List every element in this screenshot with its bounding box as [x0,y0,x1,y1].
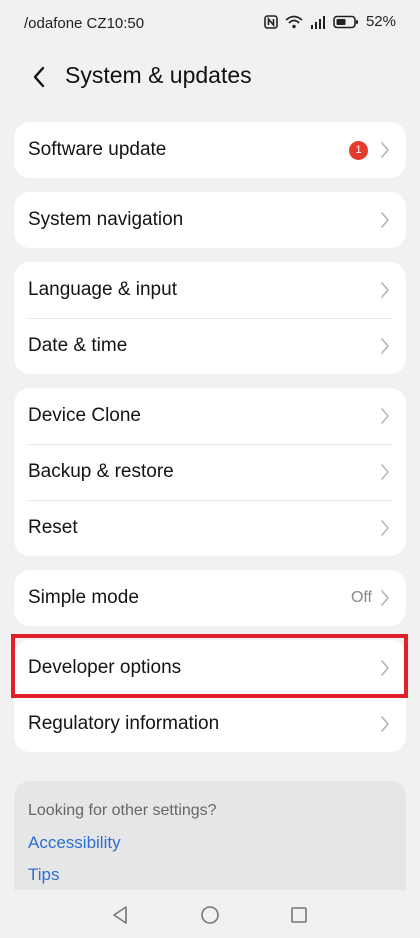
status-carrier-time: /odafone CZ10:50 [24,15,144,32]
highlight-box [11,634,408,698]
settings-group-5: Simple mode Off [14,570,406,626]
language-input-item[interactable]: Language & input [14,262,406,318]
signal-icon [310,15,325,29]
nav-recents-button[interactable] [287,903,311,927]
page-header: System & updates [0,52,420,102]
chevron-right-icon [381,282,389,298]
regulatory-information-label: Regulatory information [28,713,220,734]
chevron-right-icon [381,338,389,354]
nav-back-button[interactable] [108,903,132,927]
chevron-right-icon [381,520,389,536]
settings-group-4: Device Clone Backup & restore Reset [14,388,406,556]
chevron-right-icon [381,408,389,424]
device-clone-label: Device Clone [28,405,141,426]
update-count-badge: 1 [349,140,368,160]
home-circle-icon [201,906,219,924]
software-update-label: Software update [28,139,167,160]
backup-restore-item[interactable]: Backup & restore [14,444,406,500]
accessibility-link[interactable]: Accessibility [28,833,121,853]
system-navigation-label: System navigation [28,209,184,230]
settings-group-1: Software update 1 [14,122,406,178]
reset-item[interactable]: Reset [14,500,406,556]
clock: 10:50 [106,15,145,32]
software-update-item[interactable]: Software update 1 [14,122,406,178]
regulatory-information-item[interactable]: Regulatory information [14,696,406,752]
suggestions-card: Looking for other settings? Accessibilit… [14,781,406,901]
chevron-right-icon [381,590,389,606]
chevron-right-icon [381,212,389,228]
carrier-name: /odafone CZ [24,15,107,32]
date-time-label: Date & time [28,335,128,356]
chevron-right-icon [381,716,389,732]
recents-square-icon [291,907,307,923]
chevron-right-icon [381,464,389,480]
back-triangle-icon [113,906,127,924]
system-navigation-item[interactable]: System navigation [14,192,406,248]
battery-icon [333,15,358,28]
nfc-icon [264,14,278,29]
reset-label: Reset [28,517,78,538]
simple-mode-value: Off [350,589,372,606]
status-bar: /odafone CZ10:50 52% [0,0,420,48]
settings-group-2: System navigation [14,192,406,248]
back-button[interactable] [22,62,56,92]
wifi-icon [285,15,303,28]
settings-group-3: Language & input Date & time [14,262,406,374]
date-time-item[interactable]: Date & time [14,318,406,374]
backup-restore-label: Backup & restore [28,461,174,482]
battery-percent: 52% [365,13,396,30]
suggestions-heading: Looking for other settings? [28,802,217,819]
simple-mode-label: Simple mode [28,587,139,608]
status-icons: 52% [264,13,396,30]
page-title: System & updates [65,62,252,88]
chevron-right-icon [381,142,389,158]
nav-home-button[interactable] [198,903,222,927]
tips-link[interactable]: Tips [28,865,60,885]
back-arrow-icon [33,66,45,88]
language-input-label: Language & input [28,279,177,300]
system-nav-bar [0,890,420,938]
device-clone-item[interactable]: Device Clone [14,388,406,444]
simple-mode-item[interactable]: Simple mode Off [14,570,406,626]
